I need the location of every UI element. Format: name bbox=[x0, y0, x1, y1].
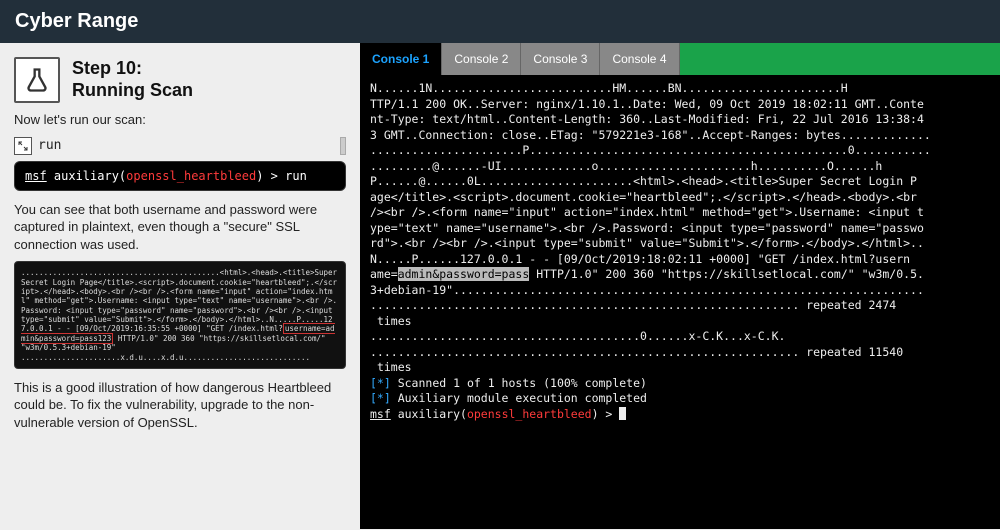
step-header: Step 10: Running Scan bbox=[14, 57, 346, 103]
terminal-output[interactable]: N......1N..........................HM...… bbox=[360, 75, 1000, 529]
explain-1: You can see that both username and passw… bbox=[14, 201, 346, 254]
status-bracket-1: [*] bbox=[370, 376, 391, 390]
console-tabs: Console 1 Console 2 Console 3 Console 4 bbox=[360, 43, 1000, 75]
step-title-line1: Step 10: bbox=[72, 58, 193, 80]
flask-icon bbox=[14, 57, 60, 103]
mini-screenshot: ........................................… bbox=[14, 261, 346, 369]
tab-console-2[interactable]: Console 2 bbox=[442, 43, 521, 75]
console-panel: Console 1 Console 2 Console 3 Console 4 … bbox=[360, 43, 1000, 529]
app-title: Cyber Range bbox=[0, 0, 1000, 43]
prompt-module: openssl_heartbleed bbox=[467, 407, 592, 421]
prompt-rest: ) > bbox=[592, 407, 620, 421]
terminal-cursor bbox=[619, 407, 626, 420]
cmd-msf: msf bbox=[25, 169, 47, 183]
step-title-line2: Running Scan bbox=[72, 80, 193, 102]
term-highlight: admin&password=pass bbox=[398, 267, 530, 281]
main-layout: Step 10: Running Scan Now let's run our … bbox=[0, 43, 1000, 529]
term-block2: HTTP/1.0" 200 360 "https://skillsetlocal… bbox=[370, 267, 924, 374]
instruction-panel: Step 10: Running Scan Now let's run our … bbox=[0, 43, 360, 529]
cmd-aux: auxiliary( bbox=[47, 169, 126, 183]
run-row-handle[interactable] bbox=[340, 137, 346, 155]
expand-icon[interactable] bbox=[14, 137, 32, 155]
command-box: msf auxiliary(openssl_heartbleed) > run bbox=[14, 161, 346, 191]
tabbar-fill bbox=[680, 43, 1000, 75]
term-scan2: Auxiliary module execution completed bbox=[391, 391, 647, 405]
intro-text: Now let's run our scan: bbox=[14, 111, 346, 129]
tab-console-1[interactable]: Console 1 bbox=[360, 43, 442, 75]
term-block1: N......1N..........................HM...… bbox=[370, 81, 931, 204]
tab-console-4[interactable]: Console 4 bbox=[600, 43, 679, 75]
explain-2: This is a good illustration of how dange… bbox=[14, 379, 346, 432]
term-scan1: Scanned 1 of 1 hosts (100% complete) bbox=[391, 376, 647, 390]
cmd-module: openssl_heartbleed bbox=[126, 169, 256, 183]
cmd-rest: ) > run bbox=[256, 169, 307, 183]
run-row[interactable]: run bbox=[14, 137, 346, 155]
status-bracket-2: [*] bbox=[370, 391, 391, 405]
tab-console-3[interactable]: Console 3 bbox=[521, 43, 600, 75]
run-label: run bbox=[38, 138, 61, 153]
prompt-aux: auxiliary( bbox=[391, 407, 467, 421]
prompt-msf: msf bbox=[370, 407, 391, 421]
step-title: Step 10: Running Scan bbox=[72, 58, 193, 101]
